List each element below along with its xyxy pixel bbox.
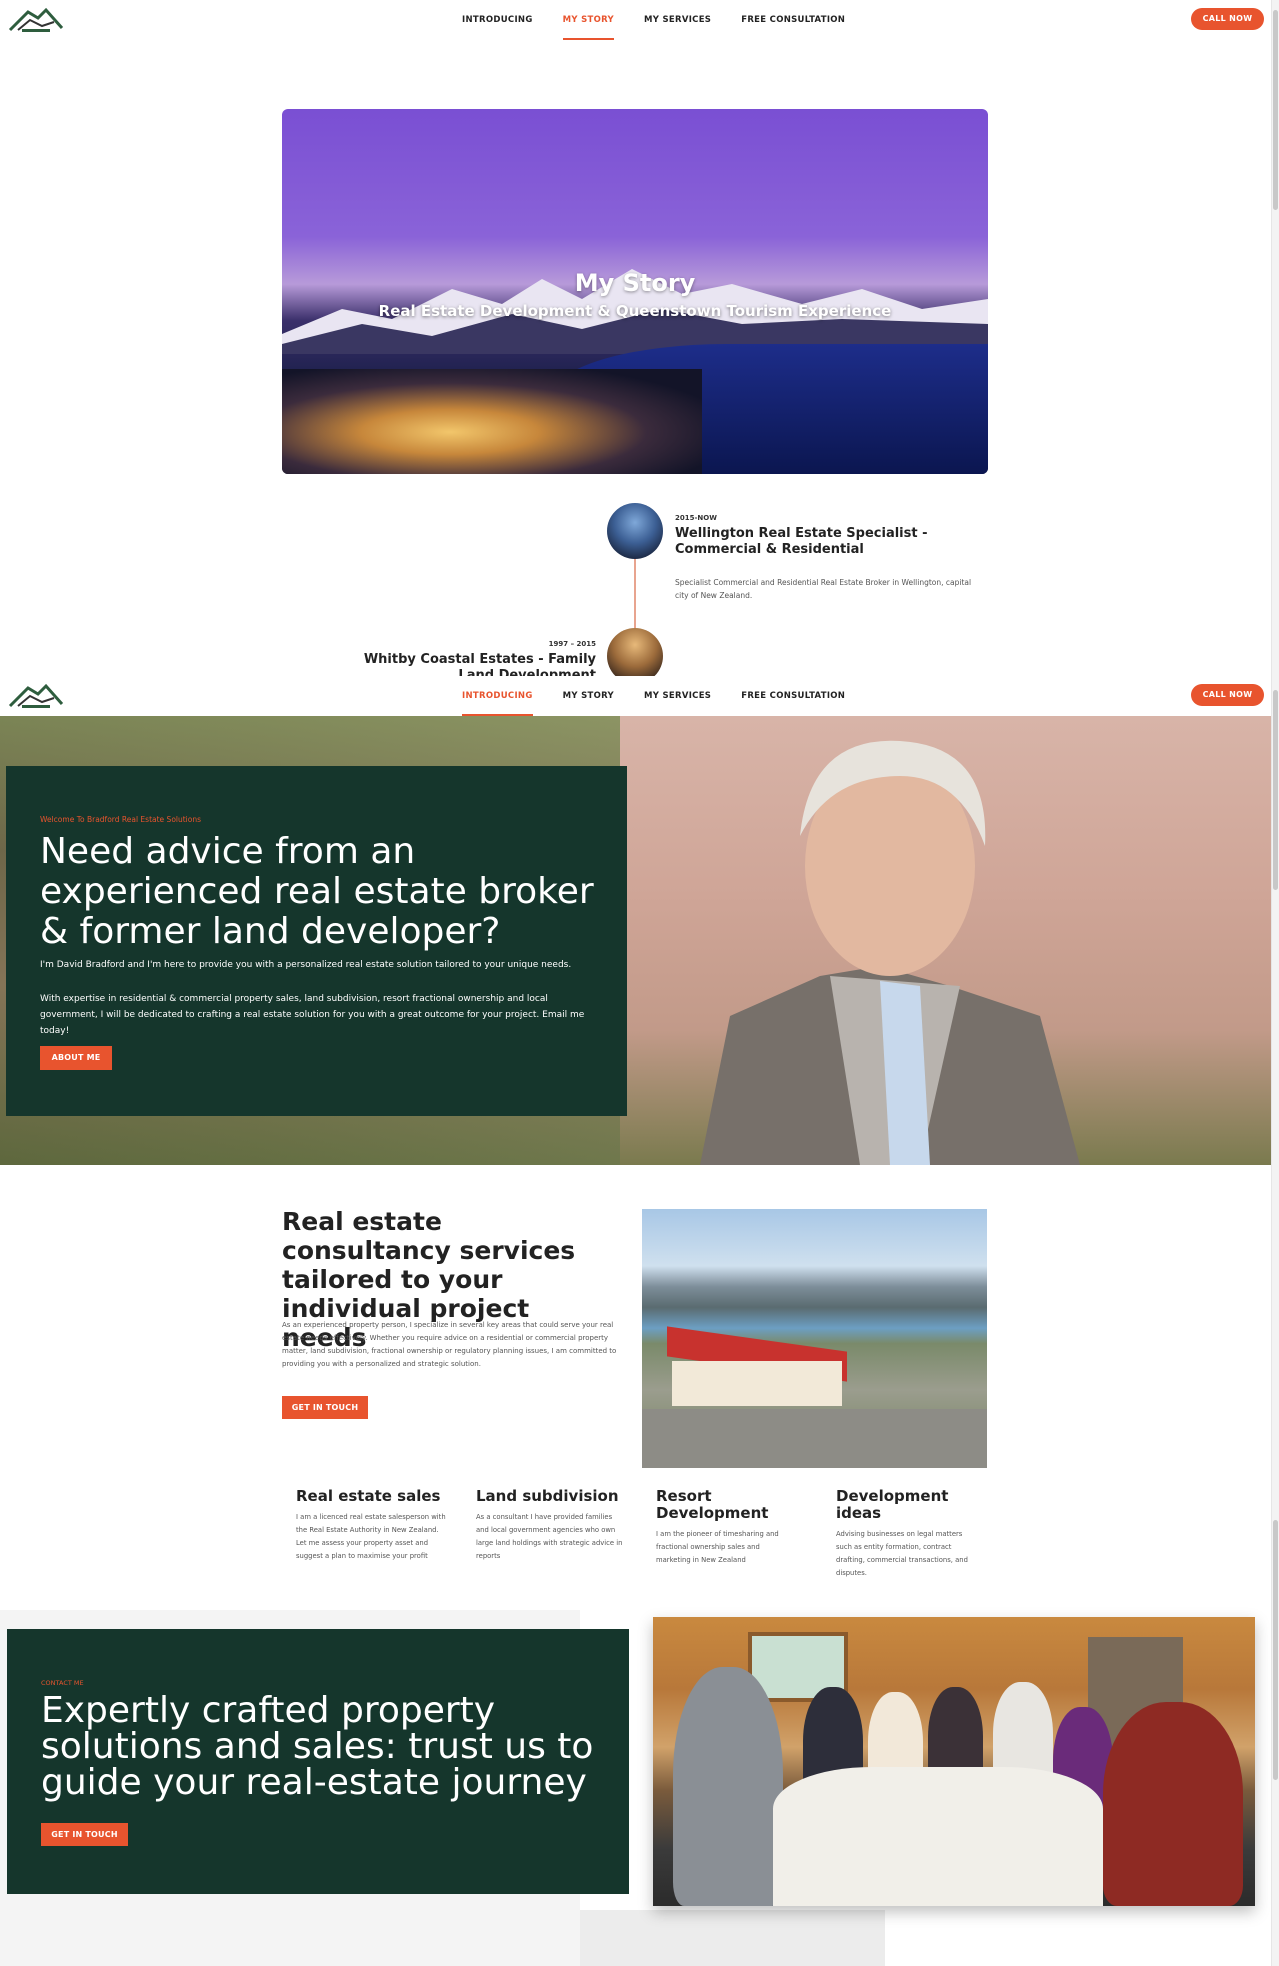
timeline-title: Wellington Real Estate Specialist - Comm… [675,526,928,557]
service-resort-development: Resort Development I am the pioneer of t… [656,1488,796,1567]
scrollbar-thumb[interactable] [1273,1520,1278,1780]
intro-card: Welcome To Bradford Real Estate Solution… [6,766,627,1116]
meeting-photo [653,1617,1255,1906]
nav-my-story[interactable]: MY STORY [563,676,614,716]
service-text: Advising businesses on legal matters suc… [836,1530,968,1577]
call-now-button[interactable]: CALL NOW [1191,684,1264,706]
intro-paragraph: With expertise in residential & commerci… [40,994,585,1036]
service-text: I am the pioneer of timesharing and frac… [656,1530,779,1564]
service-text: As a consultant I have provided families… [476,1513,623,1560]
photo-road [642,1409,987,1468]
timeline-image-wellington [607,503,663,559]
nav-introducing[interactable]: INTRODUCING [462,676,533,716]
get-in-touch-button[interactable]: GET IN TOUCH [282,1396,368,1419]
nav-my-story[interactable]: MY STORY [562,0,615,40]
scrollbar-thumb[interactable] [1273,690,1278,890]
service-title: Land subdivision [476,1487,619,1505]
service-land-subdivision: Land subdivision As a consultant I have … [476,1488,626,1563]
nav-my-services[interactable]: MY SERVICES [644,0,711,40]
timeline-description: Specialist Commercial and Residential Re… [675,578,972,600]
intro-eyebrow: Welcome To Bradford Real Estate Solution… [40,815,202,824]
city-lights-graphic [282,369,702,474]
scrollbar-thumb[interactable] [1273,10,1278,210]
story-subtitle: Real Estate Development & Queenstown Tou… [378,302,892,320]
call-now-button[interactable]: CALL NOW [1191,8,1264,30]
service-title: Real estate sales [296,1487,441,1505]
contact-bg-bottom [580,1910,885,1966]
service-title: Resort Development [656,1487,769,1522]
consultancy-text: As an experienced property person, I spe… [282,1321,617,1368]
nav-free-consultation[interactable]: FREE CONSULTATION [741,0,845,40]
about-me-button[interactable]: ABOUT ME [40,1046,112,1070]
nav-introducing[interactable]: INTRODUCING [462,0,533,40]
nav-free-consultation[interactable]: FREE CONSULTATION [741,676,845,716]
contact-headline: Expertly crafted property solutions and … [41,1690,594,1803]
scrollbar[interactable] [1271,0,1279,1966]
service-title: Development ideas [836,1487,949,1522]
timeline-year: 2015-NOW [675,514,717,522]
photo-building [672,1361,842,1406]
service-real-estate-sales: Real estate sales I am a licenced real e… [296,1488,446,1563]
top-header: INTRODUCING MY STORY MY SERVICES FREE CO… [0,0,1271,40]
logo-icon[interactable] [8,4,64,34]
photo-table [773,1767,1103,1906]
main-nav: INTRODUCING MY STORY MY SERVICES FREE CO… [462,676,845,716]
sticky-header: INTRODUCING MY STORY MY SERVICES FREE CO… [0,676,1271,716]
timeline-title: Whitby Coastal Estates - Family Land Dev… [363,652,596,677]
service-development-ideas: Development ideas Advising businesses on… [836,1488,976,1580]
logo-icon[interactable] [8,680,64,710]
timeline-year: 1997 – 2015 [548,640,596,648]
intro-hero: Welcome To Bradford Real Estate Solution… [0,716,1271,1165]
queenstown-photo [642,1209,987,1468]
portrait-photo [700,740,1080,1165]
nav-my-services[interactable]: MY SERVICES [644,676,711,716]
intro-paragraph: I'm David Bradford and I'm here to provi… [40,960,572,970]
get-in-touch-button[interactable]: GET IN TOUCH [41,1823,128,1846]
photo-person [673,1667,783,1906]
service-text: I am a licenced real estate salesperson … [296,1513,446,1560]
top-nav: INTRODUCING MY STORY MY SERVICES FREE CO… [462,0,845,40]
contact-eyebrow: CONTACT ME [41,1679,84,1687]
photo-person [1103,1702,1243,1906]
story-hero-image: My Story Real Estate Development & Queen… [282,109,988,474]
contact-card: CONTACT ME Expertly crafted property sol… [7,1629,629,1894]
intro-headline: Need advice from an experienced real est… [40,831,594,952]
page: INTRODUCING MY STORY MY SERVICES FREE CO… [0,0,1279,1966]
story-title: My Story [574,269,696,297]
